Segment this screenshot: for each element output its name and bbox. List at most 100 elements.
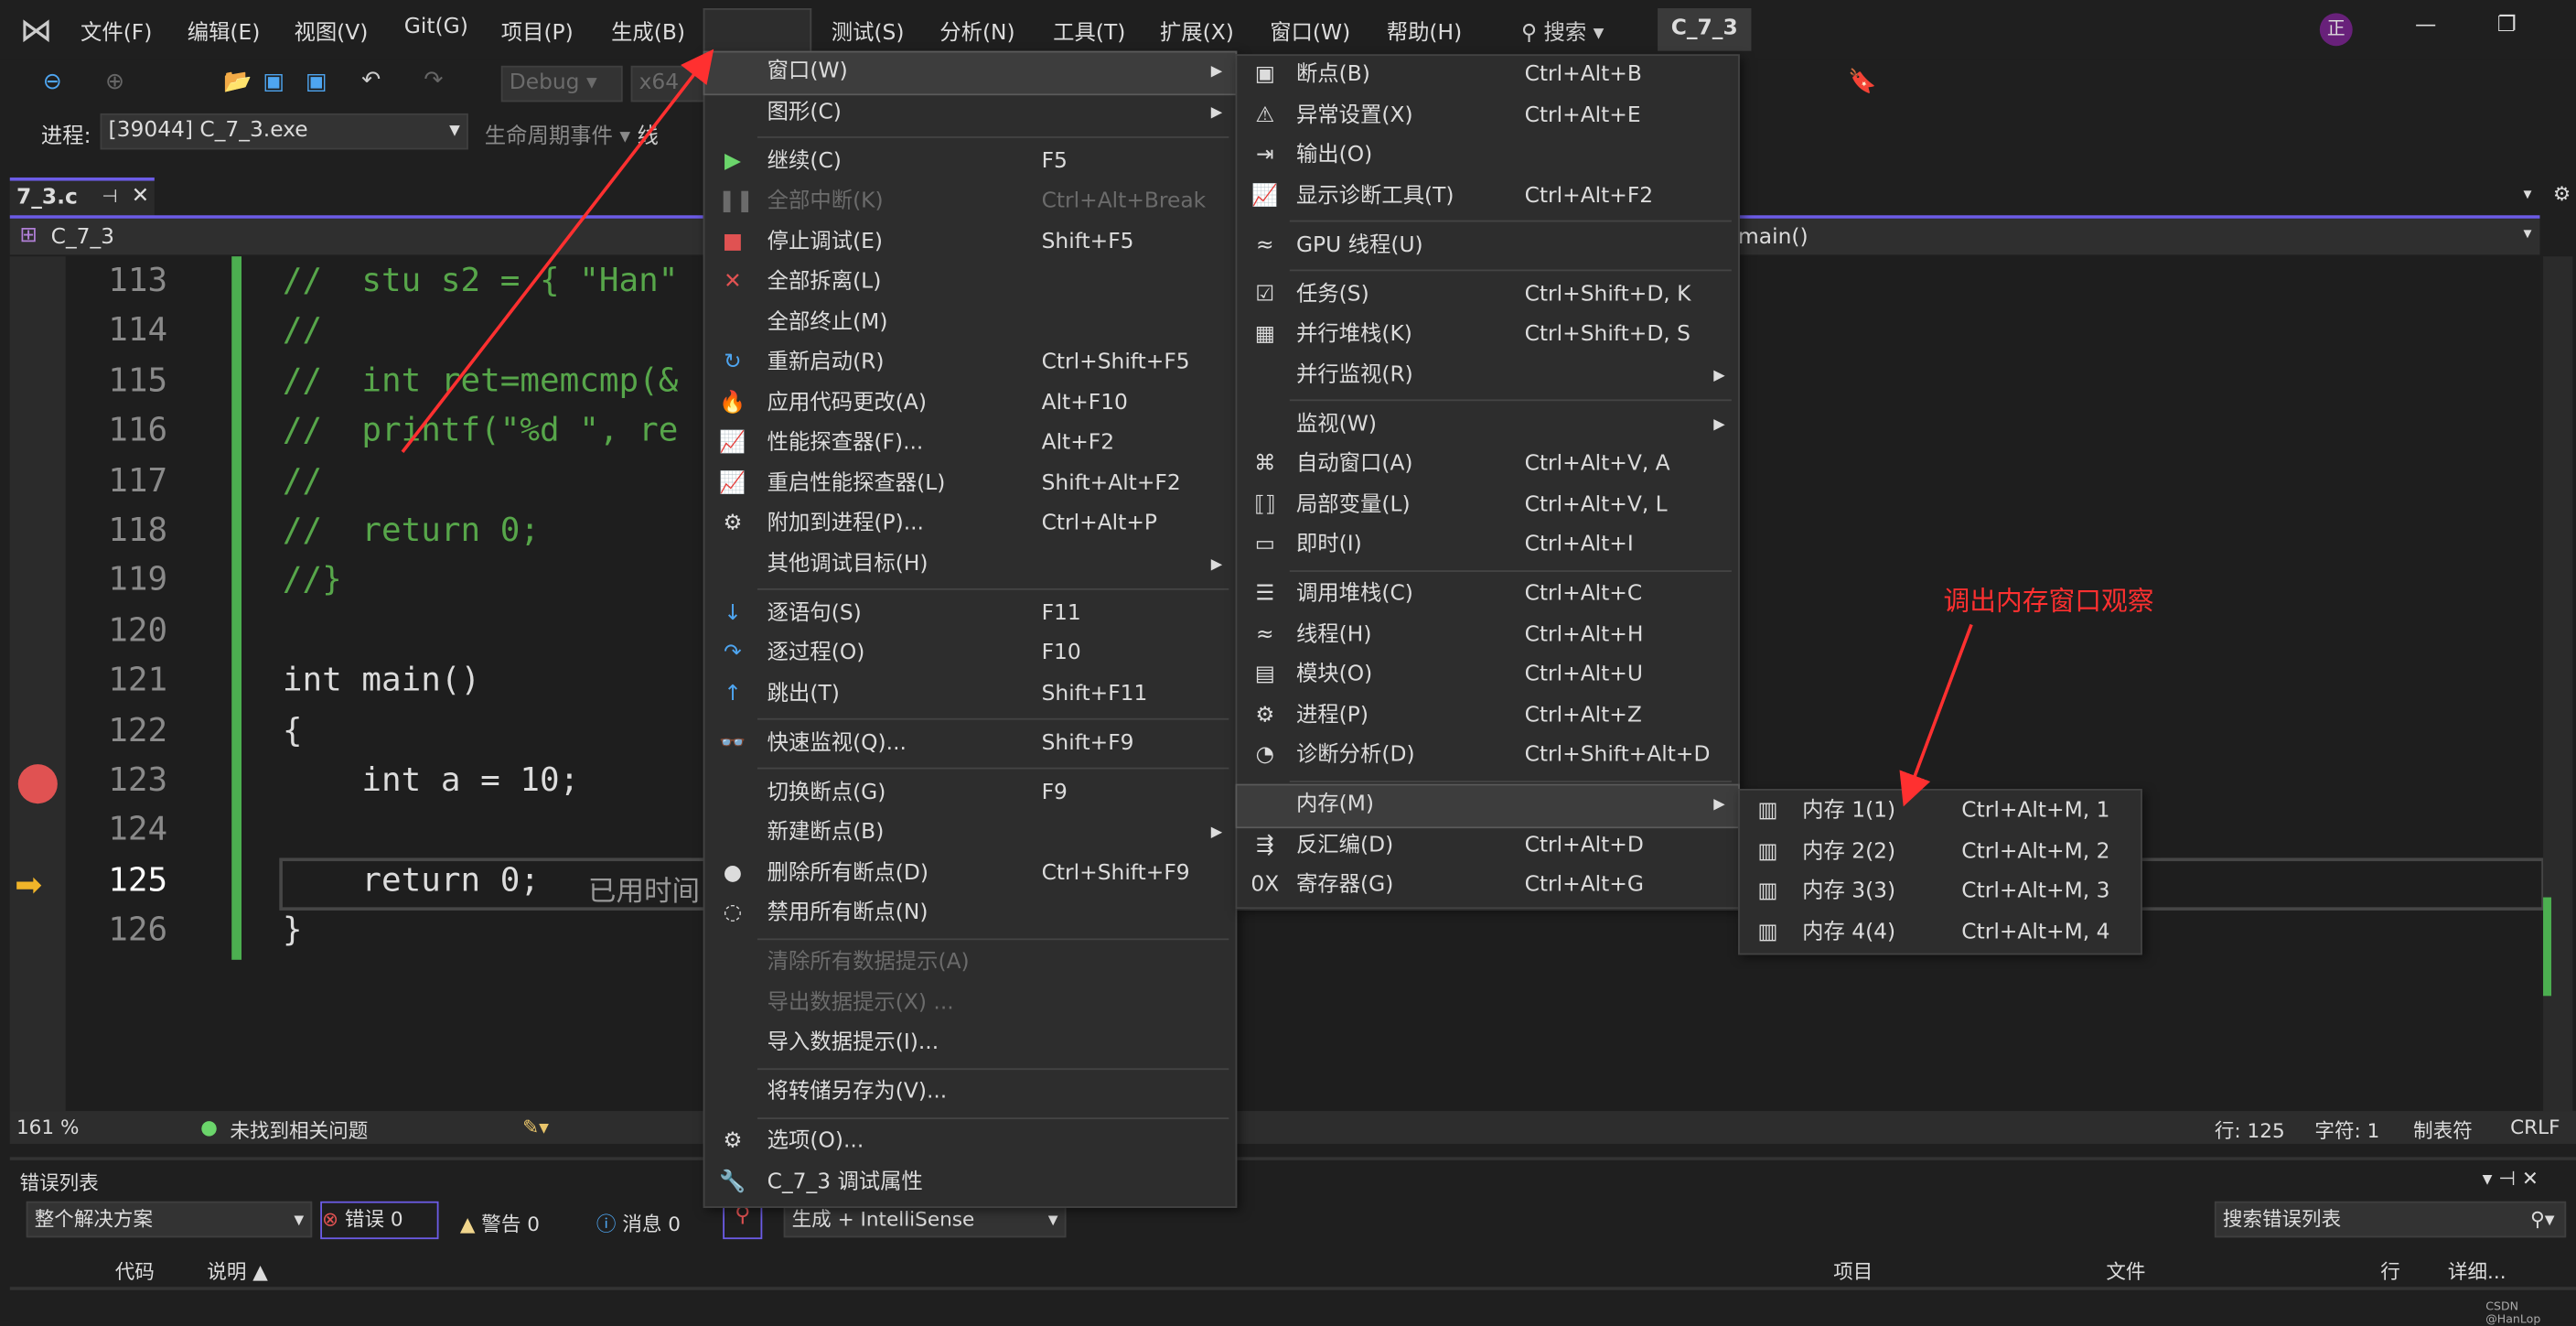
menu-item[interactable]: ▦ 并行堆栈(K) Ctrl+Shift+D, S [1237, 316, 1738, 356]
menu-item[interactable]: ↑ 跳出(T) Shift+F11 [704, 674, 1235, 715]
menu-1[interactable]: 编辑(E) [188, 15, 261, 46]
debug-menu-header[interactable] [703, 7, 812, 55]
menu-item[interactable]: ⌘ 自动窗口(A) Ctrl+Alt+V, A [1237, 446, 1738, 486]
menu-5[interactable]: 生成(B) [611, 15, 685, 46]
eol-indicator[interactable]: CRLF [2510, 1116, 2560, 1138]
open-file-icon[interactable]: 📂 [223, 69, 252, 95]
save-all-icon[interactable]: ▣ [306, 69, 327, 95]
menu-item[interactable]: ▣ 断点(B) Ctrl+Alt+B [1237, 56, 1738, 96]
redo-icon[interactable]: ↷ [424, 68, 443, 94]
menu-4[interactable]: 项目(P) [501, 15, 574, 46]
column-project[interactable]: 项目 [1833, 1257, 1873, 1286]
menu-item[interactable]: 新建断点(B) ▶ [704, 814, 1235, 854]
chevron-down-icon[interactable]: ▾ [2524, 225, 2532, 243]
column-code[interactable]: 代码 [115, 1257, 155, 1286]
menu-item[interactable]: 图形(C) ▶ [704, 92, 1235, 133]
menu-item[interactable]: 📈 显示诊断工具(T) Ctrl+Alt+F2 [1237, 177, 1738, 217]
menu-item[interactable]: ▶ 继续(C) F5 [704, 142, 1235, 182]
menu-item[interactable]: 其他调试目标(H) ▶ [704, 544, 1235, 585]
lifecycle-events-button[interactable]: 生命周期事件 ▾ 线 [485, 118, 659, 149]
warnings-filter-button[interactable]: ▲ 警告 0 [460, 1210, 540, 1238]
breakpoint-margin[interactable] [9, 256, 66, 1112]
menu-item[interactable]: 内存(M) ▶ [1235, 783, 1740, 828]
menu-item[interactable]: 并行监视(R) ▶ [1237, 356, 1738, 396]
zoom-dropdown[interactable]: 161 % [16, 1116, 79, 1138]
menu-item[interactable]: ⇥ 输出(O) [1237, 136, 1738, 177]
save-icon[interactable]: ▣ [263, 69, 284, 95]
menu-item[interactable]: ↓ 逐语句(S) F11 [704, 594, 1235, 634]
menu-9[interactable]: 工具(T) [1053, 15, 1125, 46]
process-dropdown[interactable]: [39044] C_7_3.exe ▾ [100, 113, 468, 150]
function-dropdown[interactable]: main() [1738, 225, 1809, 250]
menu-item[interactable]: 👓 快速监视(Q)... Shift+F9 [704, 724, 1235, 764]
search-button[interactable]: ⚲ 搜索 ▾ [1521, 15, 1604, 46]
menu-item[interactable]: ▭ 即时(I) Ctrl+Alt+I [1237, 526, 1738, 566]
minimize-button[interactable]: — [2415, 13, 2436, 38]
menu-2[interactable]: 视图(V) [294, 15, 368, 46]
menu-item[interactable]: 窗口(W) ▶ [703, 50, 1238, 95]
menu-item[interactable]: 清除所有数据提示(A) [704, 943, 1235, 984]
menu-item[interactable]: ▤ 模块(O) Ctrl+Alt+U [1237, 656, 1738, 696]
tab-7_3-c[interactable]: 7_3.c ⊣ ✕ [9, 177, 155, 218]
menu-11[interactable]: 窗口(W) [1270, 15, 1350, 46]
menu-item[interactable]: ⟦⟧ 局部变量(L) Ctrl+Alt+V, L [1237, 486, 1738, 526]
bookmark-icon[interactable]: 🔖 [1848, 69, 1876, 95]
avatar[interactable]: 正 [2319, 13, 2353, 47]
menu-item[interactable]: 全部终止(M) [704, 303, 1235, 343]
menu-item[interactable]: ⇶ 反汇编(D) Ctrl+Alt+D [1237, 825, 1738, 866]
menu-item[interactable]: 导入数据提示(I)... [704, 1024, 1235, 1064]
menu-item[interactable]: ⚙ 选项(O)... [704, 1123, 1235, 1163]
close-tab-icon[interactable]: ✕ [132, 184, 150, 209]
undo-icon[interactable]: ↶ [361, 68, 381, 94]
restore-button[interactable]: ❐ [2497, 13, 2517, 38]
menu-item[interactable]: ⚠ 异常设置(X) Ctrl+Alt+E [1237, 96, 1738, 136]
column-file[interactable]: 文件 [2106, 1257, 2145, 1286]
menu-item[interactable]: ◔ 诊断分析(D) Ctrl+Shift+Alt+D [1237, 737, 1738, 777]
tab-overflow-icon[interactable]: ▾ [2524, 186, 2532, 204]
menu-item[interactable]: ■ 停止调试(E) Shift+F5 [704, 222, 1235, 263]
issues-status[interactable]: 未找到相关问题 [230, 1116, 368, 1144]
menu-item[interactable]: 0X 寄存器(G) Ctrl+Alt+G [1237, 866, 1738, 906]
menu-item[interactable]: ☰ 调用堆栈(C) Ctrl+Alt+C [1237, 576, 1738, 616]
scope-filter-dropdown[interactable]: 整个解决方案 ▾ [26, 1201, 313, 1238]
menu-item[interactable]: 📈 重启性能探查器(L) Shift+Alt+F2 [704, 464, 1235, 504]
menu-item[interactable]: ↻ 重新启动(R) Ctrl+Shift+F5 [704, 343, 1235, 383]
menu-item[interactable]: ▥ 内存 1(1) Ctrl+Alt+M, 1 [1740, 792, 2141, 833]
menu-item[interactable]: ↷ 逐过程(O) F10 [704, 634, 1235, 674]
pin-icon[interactable]: ⊣ [102, 186, 117, 207]
menu-item[interactable]: 监视(W) ▶ [1237, 405, 1738, 446]
menu-12[interactable]: 帮助(H) [1387, 15, 1462, 46]
menu-item[interactable]: ☑ 任务(S) Ctrl+Shift+D, K [1237, 275, 1738, 316]
panel-controls[interactable]: ▾ ⊣ ✕ [2483, 1167, 2538, 1190]
menu-item[interactable]: 切换断点(G) F9 [704, 773, 1235, 814]
settings-icon[interactable]: ⚙ [2553, 182, 2571, 205]
errors-filter-button[interactable]: ⊗ 错误 0 [320, 1201, 439, 1240]
menu-item[interactable]: ▥ 内存 2(2) Ctrl+Alt+M, 2 [1740, 833, 2141, 873]
menu-item[interactable]: 🔥 应用代码更改(A) Alt+F10 [704, 383, 1235, 424]
vertical-scrollbar[interactable] [2543, 256, 2573, 1112]
column-details[interactable]: 详细... [2448, 1257, 2506, 1286]
menu-item[interactable]: ⚙ 进程(P) Ctrl+Alt+Z [1237, 696, 1738, 737]
menu-item[interactable]: 📈 性能探查器(F)... Alt+F2 [704, 424, 1235, 464]
back-icon[interactable]: ⊖ [43, 69, 62, 95]
scope-dropdown[interactable]: C_7_3 [51, 225, 114, 250]
search-errors-input[interactable]: 搜索错误列表 ⚲▾ [2214, 1201, 2567, 1238]
menu-item[interactable]: ≈ GPU 线程(U) [1237, 226, 1738, 266]
cleanup-icon[interactable]: ✎▾ [522, 1116, 549, 1138]
menu-item[interactable]: ▥ 内存 4(4) Ctrl+Alt+M, 4 [1740, 913, 2141, 954]
menu-3[interactable]: Git(G) [404, 15, 468, 39]
menu-item[interactable]: ✕ 全部拆离(L) [704, 263, 1235, 303]
menu-8[interactable]: 分析(N) [939, 15, 1014, 46]
forward-icon[interactable]: ⊕ [105, 69, 124, 95]
tabs-indicator[interactable]: 制表符 [2413, 1116, 2473, 1144]
menu-item[interactable]: ⚙ 附加到进程(P)... Ctrl+Alt+P [704, 504, 1235, 544]
menu-item[interactable]: ≈ 线程(H) Ctrl+Alt+H [1237, 616, 1738, 656]
config-dropdown[interactable]: Debug ▾ [500, 65, 623, 102]
menu-item[interactable]: 导出数据提示(X) ... [704, 984, 1235, 1024]
column-line[interactable]: 行 [2380, 1257, 2400, 1286]
messages-filter-button[interactable]: ⓘ 消息 0 [596, 1210, 681, 1238]
menu-0[interactable]: 文件(F) [80, 15, 152, 46]
column-description[interactable]: 说明 ▲ [207, 1257, 268, 1286]
menu-item[interactable]: ▥ 内存 3(3) Ctrl+Alt+M, 3 [1740, 873, 2141, 913]
menu-item[interactable]: 将转储另存为(V)... [704, 1073, 1235, 1114]
